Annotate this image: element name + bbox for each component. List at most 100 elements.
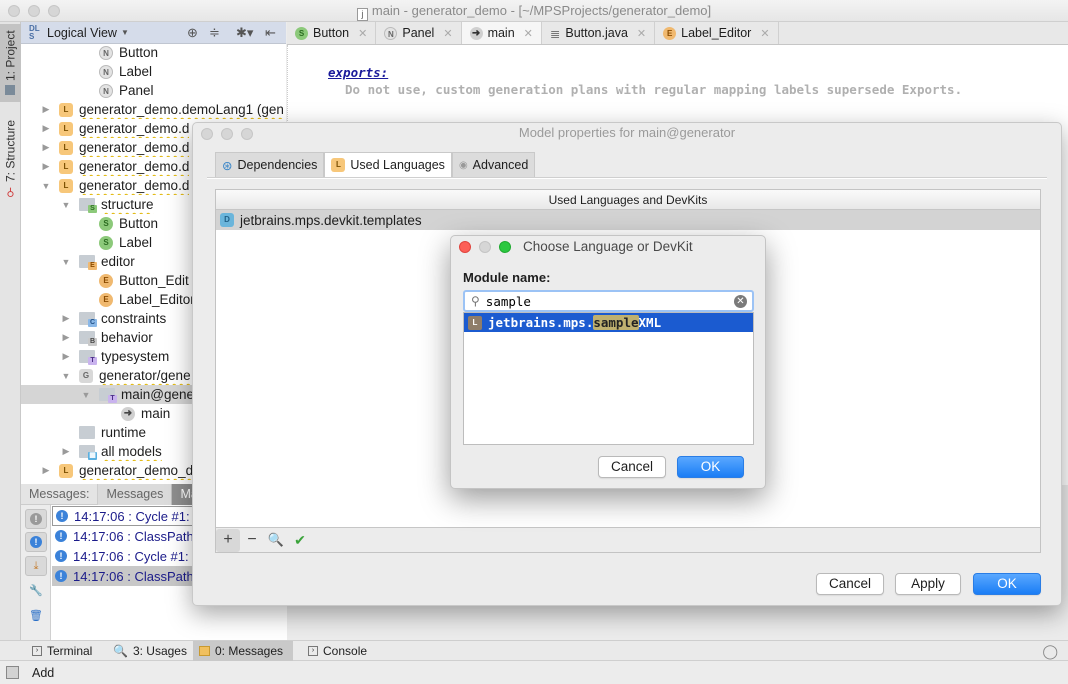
collapse-arrow-icon[interactable]: ▼ [41,181,51,191]
table-row[interactable]: Djetbrains.mps.devkit.templates [216,210,1040,230]
expand-arrow-icon[interactable]: ▶ [61,351,71,362]
tree-item[interactable]: N Label [99,62,152,81]
tab-terminal[interactable]: › Terminal [26,641,98,661]
tab-label-editor[interactable]: E Label_Editor ✕ [655,22,779,44]
tab-messages[interactable]: Messages [98,483,173,505]
expand-arrow-icon[interactable]: ▶ [61,332,71,343]
expand-arrow-icon[interactable]: ▶ [41,104,51,115]
expand-arrow-icon[interactable]: ▶ [61,313,71,324]
remove-button[interactable]: − [240,529,264,552]
event-log-icon[interactable]: ◯ [1036,641,1064,661]
tab-used-languages[interactable]: L Used Languages [324,152,452,177]
add-button[interactable]: + [216,528,240,552]
tab-button-java[interactable]: ≣ Button.java ✕ [542,22,656,44]
cancel-button[interactable]: Cancel [598,456,666,478]
tree-item[interactable]: E Label_Editor [99,290,195,309]
tree-item[interactable]: ▶ Cconstraints [61,309,166,328]
tree-item[interactable]: E Button_Edit [99,271,189,290]
tab-usages[interactable]: 🔍 3: Usages [107,641,193,661]
tab-project[interactable]: 1: Project [0,24,21,102]
tree-item-label: editor [101,254,135,269]
result-item[interactable]: Ljetbrains.mps. sample XML [464,313,753,332]
warnings-toggle[interactable]: ! [25,509,47,529]
e-folder-icon: E [79,255,97,270]
toggle-tool-windows-icon[interactable] [6,666,19,679]
tree-item[interactable]: ➜ main [121,404,170,423]
autoscroll-toggle[interactable]: ⤓ [25,556,47,576]
clear-button[interactable]: 🗑 [25,605,47,625]
language-icon: L [59,121,73,136]
collapse-arrow-icon[interactable]: ▼ [61,200,71,210]
settings-button[interactable]: 🔧 [25,580,47,600]
tree-item[interactable]: N Button [99,43,158,62]
terminal-icon: › [32,646,42,656]
module-name-input[interactable] [485,293,726,309]
tree-item[interactable]: ▶ Ttypesystem [61,347,169,366]
search-icon[interactable]: 🔍 [264,529,288,552]
cancel-button[interactable]: Cancel [816,573,884,595]
module-search-field[interactable]: ⚲ ✕ [463,290,754,312]
locate-icon[interactable]: ⊕ [187,25,198,41]
language-icon: L [59,463,73,478]
dialog-zoom-button[interactable] [499,241,511,253]
collapse-arrow-icon[interactable]: ▼ [81,390,91,400]
tree-item[interactable]: ▼ Eeditor [61,252,135,271]
tab-button[interactable]: S Button ✕ [287,22,377,44]
tree-item[interactable]: ▶ Lgenerator_demo_d [41,461,194,480]
hide-panel-icon[interactable]: ⇤ [265,25,276,41]
tab-advanced[interactable]: ◉ Advanced [451,152,536,177]
tree-item[interactable]: ▼ Ggenerator/gene [61,366,191,385]
tree-item[interactable]: ▼ Sstructure [61,195,154,214]
ok-button[interactable]: OK [677,456,744,478]
tree-item[interactable]: ▶ Bbehavior [61,328,153,347]
tree-item[interactable]: ▶ Lgenerator_demo.d [41,138,190,157]
tree-item[interactable]: ▼ Lgenerator_demo.d [41,176,190,195]
tab-console[interactable]: › Console [302,641,373,661]
expand-arrow-icon[interactable]: ▶ [41,161,51,172]
tree-item-label: Label [119,64,153,79]
collapse-all-icon[interactable]: ≑ [209,25,220,41]
tab-dependencies[interactable]: ⊛ Dependencies [215,152,325,177]
check-icon[interactable]: ✔ [288,529,312,552]
tree-item[interactable]: runtime [79,423,146,442]
messages-icon [199,646,210,656]
dialog-close-button[interactable] [459,241,471,253]
gear-icon[interactable]: ✱▾ [236,25,253,41]
tree-item[interactable]: S Label [99,233,152,252]
tree-item[interactable]: ▶ Lgenerator_demo.demoLang1 (gen [41,100,284,119]
tab-panel[interactable]: N Panel ✕ [376,22,462,44]
collapse-arrow-icon[interactable]: ▼ [61,257,71,267]
s-folder-icon: S [79,198,97,213]
tab-main[interactable]: ➜ main ✕ [461,22,542,44]
expand-arrow-icon[interactable]: ▶ [41,142,51,153]
chevron-down-icon: ▼ [120,28,129,37]
tab-messages-tool[interactable]: 0: Messages [193,641,293,661]
close-icon[interactable]: ✕ [524,27,533,40]
tree-item[interactable]: ▶ Lgenerator_demo.d [41,157,190,176]
apply-button[interactable]: Apply [895,573,961,595]
close-icon[interactable]: ✕ [637,27,646,40]
match-highlight: sample [593,315,639,330]
collapse-arrow-icon[interactable]: ▼ [61,371,71,381]
tab-structure[interactable]: ⚲ 7: Structure [0,112,21,207]
expand-arrow-icon[interactable]: ▶ [41,465,51,476]
tree-item-label: constraints [101,311,167,326]
view-selector[interactable]: DL S Logical View ▼ [29,24,129,41]
tree-item[interactable]: S Button [99,214,158,233]
tree-item[interactable]: ▶ ▦ all models [61,442,162,461]
advanced-icon: ◉ [458,159,468,171]
file-icon: ≣ [549,26,561,41]
dialog-minimize-button[interactable] [479,241,491,253]
tree-item[interactable]: ▶ Lgenerator_demo.d [41,119,190,138]
editor-e-icon: E [663,26,677,40]
tree-item[interactable]: N Panel [99,81,154,100]
expand-arrow-icon[interactable]: ▶ [61,446,71,457]
ok-button[interactable]: OK [973,573,1041,595]
info-toggle[interactable]: ! [25,532,47,552]
expand-arrow-icon[interactable]: ▶ [41,123,51,134]
close-icon[interactable]: ✕ [358,27,367,40]
editor-icon: E [99,292,113,307]
close-icon[interactable]: ✕ [760,27,769,40]
clear-search-icon[interactable]: ✕ [734,295,747,308]
close-icon[interactable]: ✕ [443,27,452,40]
